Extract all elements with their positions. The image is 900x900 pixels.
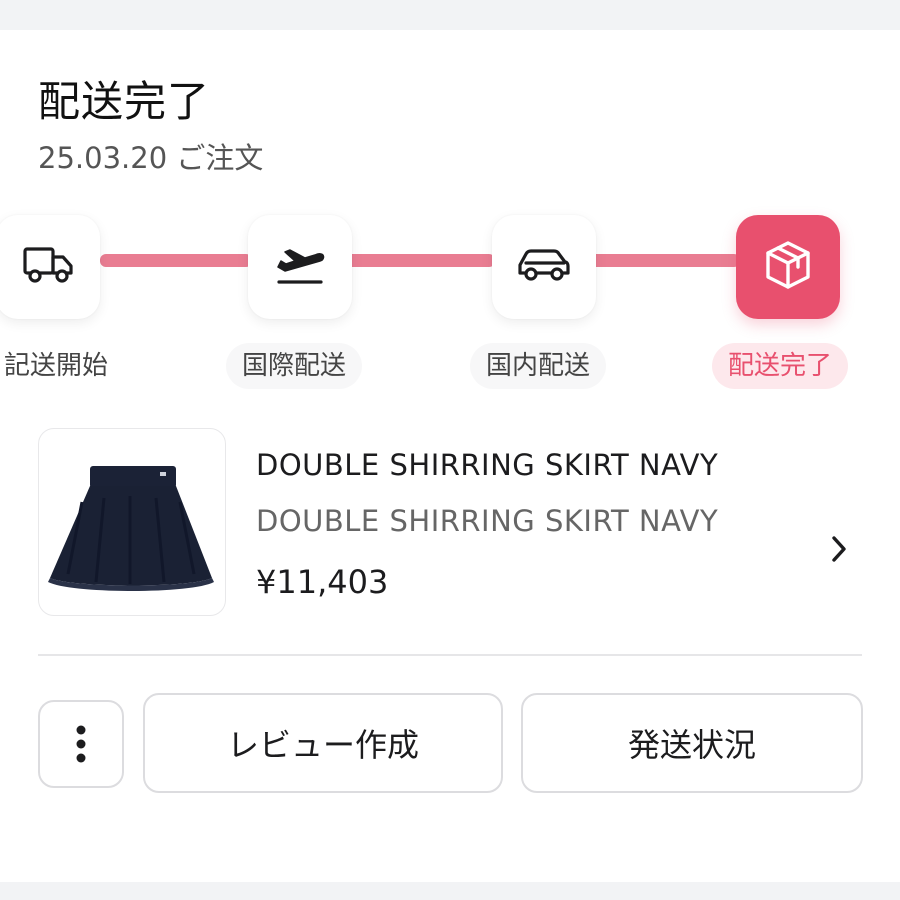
chevron-right-icon[interactable]: [824, 532, 854, 566]
navy-skirt-image: [48, 466, 214, 591]
product-thumbnail[interactable]: [38, 428, 226, 616]
step-shipping-started: [0, 215, 100, 319]
step-label-domestic-shipping: 国内配送: [470, 343, 607, 389]
step-delivered: [736, 215, 840, 319]
car-icon: [516, 245, 572, 289]
more-options-button[interactable]: [38, 700, 124, 788]
progress-line-3: [590, 254, 740, 267]
delivery-truck-icon: [22, 243, 74, 291]
product-name[interactable]: DOUBLE SHIRRING SKIRT NAVY: [256, 448, 718, 482]
package-box-icon: [762, 239, 814, 295]
step-label-delivered: 配送完了: [712, 343, 849, 389]
order-date: 25.03.20 ご注文: [38, 141, 264, 175]
product-option: DOUBLE SHIRRING SKIRT NAVY: [256, 504, 719, 538]
step-international-shipping: [248, 215, 352, 319]
delivery-status-title: 配送完了: [38, 77, 211, 126]
step-domestic-shipping: [492, 215, 596, 319]
step-label-international-shipping: 国際配送: [226, 343, 363, 389]
write-review-button[interactable]: レビュー作成: [143, 693, 503, 793]
step-label-shipping-started: 記送開始: [4, 351, 109, 381]
progress-line-2: [345, 254, 495, 267]
divider: [38, 654, 862, 656]
product-price: ¥11,403: [256, 563, 389, 601]
shipping-status-button[interactable]: 発送状況: [521, 693, 863, 793]
airplane-departure-icon: [273, 242, 327, 292]
vertical-dots-icon: [76, 725, 86, 763]
progress-line-1: [100, 254, 252, 267]
